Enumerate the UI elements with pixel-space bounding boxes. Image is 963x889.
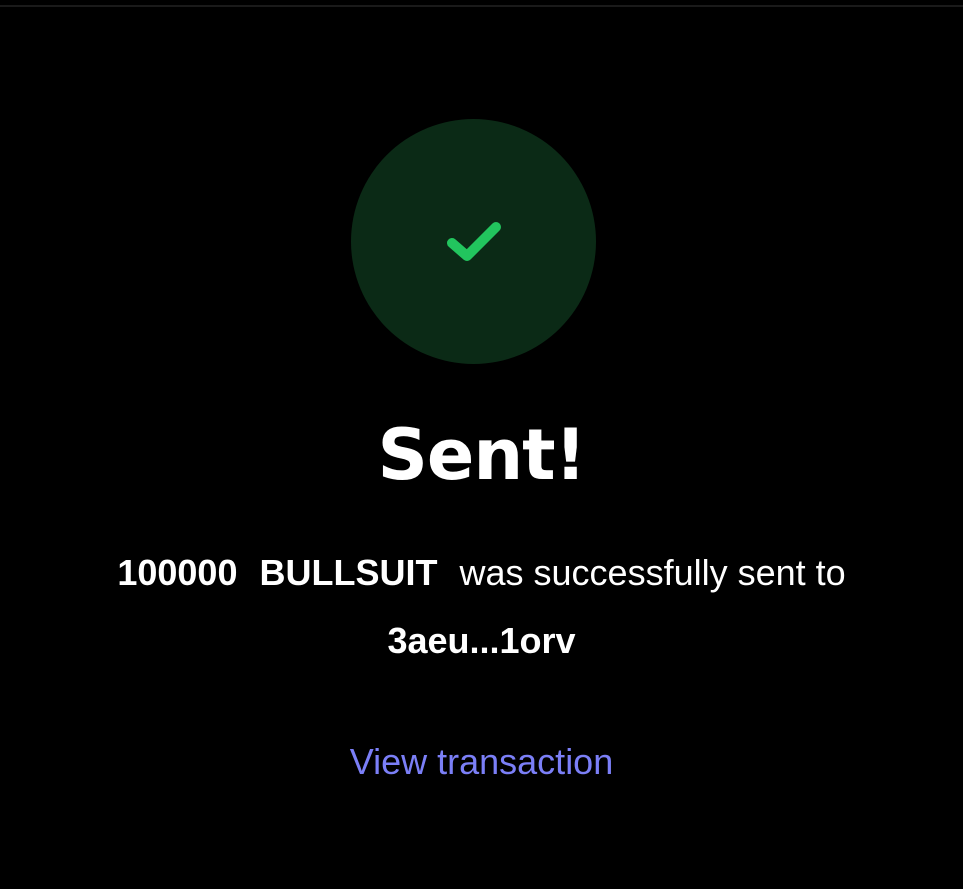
- view-transaction-container: View transaction: [0, 736, 963, 788]
- view-transaction-link[interactable]: View transaction: [350, 741, 613, 782]
- success-message: 100000 BULLSUIT was successfully sent to: [0, 546, 963, 600]
- message-text: was successfully sent to: [459, 552, 846, 593]
- token-symbol: BULLSUIT: [259, 552, 438, 593]
- top-divider: [0, 5, 963, 7]
- check-icon: [446, 221, 501, 261]
- sent-amount: 100000: [117, 552, 238, 593]
- recipient-address: 3aeu...1orv: [387, 620, 576, 661]
- page-title: Sent!: [377, 414, 586, 496]
- success-status-circle: [351, 119, 596, 364]
